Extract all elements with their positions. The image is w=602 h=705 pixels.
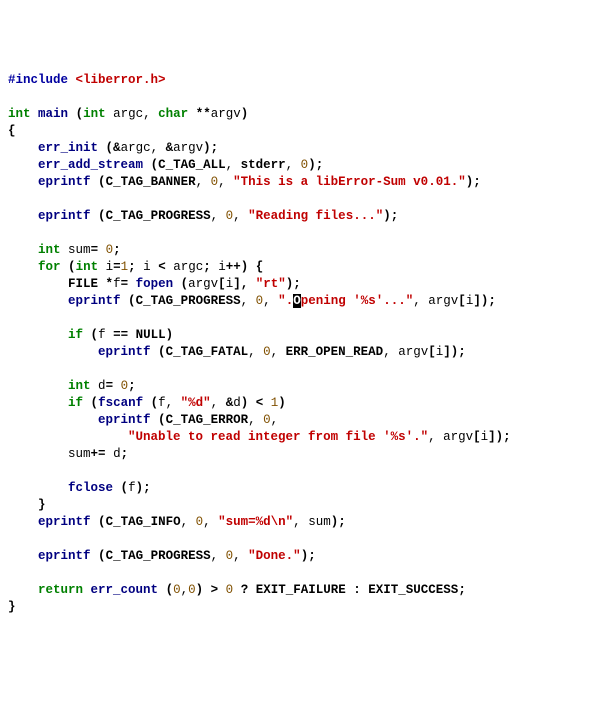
id-c-tag-progress: C_TAG_PROGRESS — [106, 209, 211, 223]
id-exit-failure: EXIT_FAILURE — [256, 583, 346, 597]
id-c-tag-all: C_TAG_ALL — [158, 158, 226, 172]
header-name: <liberror.h> — [76, 73, 166, 87]
kw-int: int — [8, 107, 31, 121]
id-d: d — [98, 379, 106, 393]
id-c-tag-info: C_TAG_INFO — [106, 515, 181, 529]
preproc-include: #include — [8, 73, 68, 87]
id-stderr: stderr — [241, 158, 286, 172]
kw-int: int — [83, 107, 106, 121]
id-file: FILE — [68, 277, 98, 291]
kw-for: for — [38, 260, 61, 274]
kw-return: return — [38, 583, 83, 597]
fn-err-add-stream: err_add_stream — [38, 158, 143, 172]
id-f: f — [113, 277, 121, 291]
id-argc: argc — [113, 107, 143, 121]
fn-main: main — [38, 107, 68, 121]
id-null: NULL — [136, 328, 166, 342]
id-sum: sum — [68, 243, 91, 257]
str-sum: "sum=%d\n" — [218, 515, 293, 529]
fn-fopen: fopen — [136, 277, 174, 291]
id-argv: argv — [211, 107, 241, 121]
id-err-open-read: ERR_OPEN_READ — [286, 345, 384, 359]
id-c-tag-fatal: C_TAG_FATAL — [166, 345, 249, 359]
kw-char: char — [158, 107, 188, 121]
kw-if: if — [68, 328, 83, 342]
str-banner: "This is a libError-Sum v0.01." — [233, 175, 466, 189]
text-cursor: O — [293, 294, 301, 308]
fn-fscanf: fscanf — [98, 396, 143, 410]
str-done: "Done." — [248, 549, 301, 563]
id-c-tag-banner: C_TAG_BANNER — [106, 175, 196, 189]
id-c-tag-error: C_TAG_ERROR — [166, 413, 249, 427]
fn-err-init: err_init — [38, 141, 98, 155]
str-reading: "Reading files..." — [248, 209, 383, 223]
str-pd: "%d" — [181, 396, 211, 410]
fn-err-count: err_count — [91, 583, 159, 597]
fn-fclose: fclose — [68, 481, 113, 495]
id-i: i — [106, 260, 114, 274]
fn-eprintf: eprintf — [38, 175, 91, 189]
code-block: #include <liberror.h> int main (int argc… — [8, 72, 594, 616]
str-rt: "rt" — [256, 277, 286, 291]
id-exit-success: EXIT_SUCCESS — [368, 583, 458, 597]
str-unable: "Unable to read integer from file '%s'." — [128, 430, 428, 444]
